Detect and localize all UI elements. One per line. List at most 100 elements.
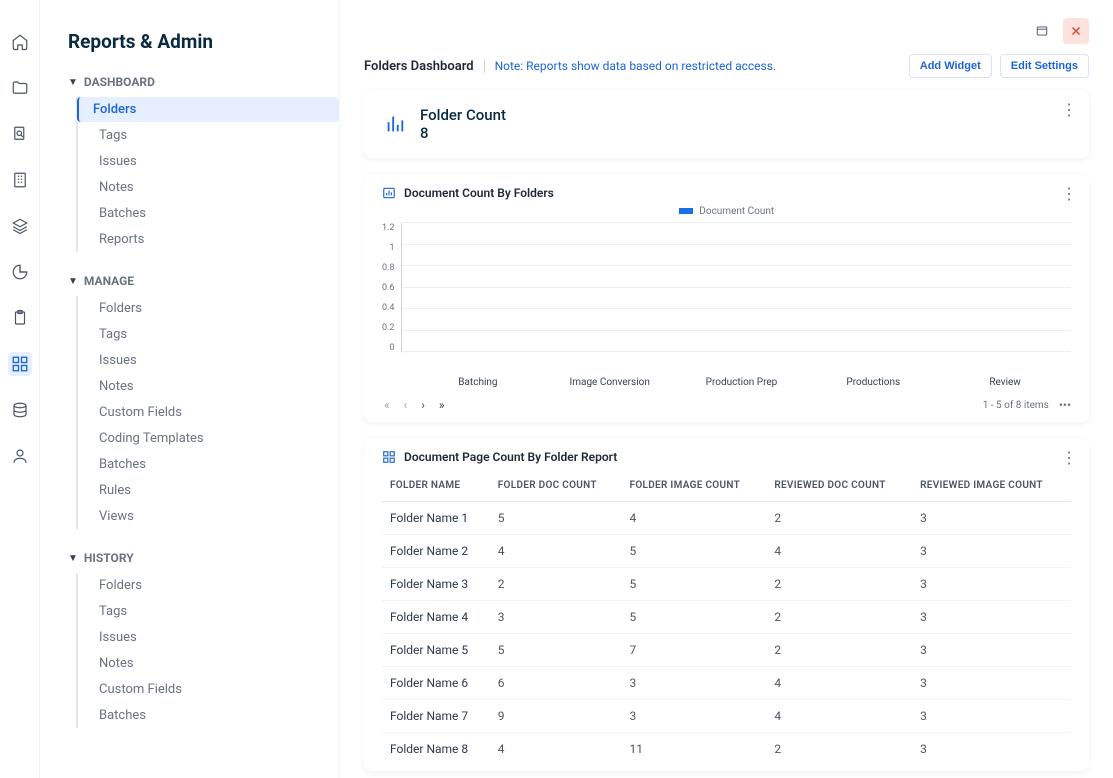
- building-icon[interactable]: [8, 168, 32, 192]
- table-row[interactable]: Folder Name 15423: [382, 502, 1071, 535]
- table-row[interactable]: Folder Name 79343: [382, 700, 1071, 733]
- table-cell: Folder Name 5: [382, 634, 490, 667]
- sidebar-item[interactable]: Views: [77, 504, 339, 529]
- widget3-menu-icon[interactable]: ⋮: [1061, 448, 1077, 467]
- clipboard-icon[interactable]: [8, 306, 32, 330]
- table-row[interactable]: Folder Name 66343: [382, 667, 1071, 700]
- table-header[interactable]: FOLDER DOC COUNT: [490, 470, 622, 502]
- dashboard-note: Note: Reports show data based on restric…: [484, 59, 777, 73]
- table-header[interactable]: FOLDER NAME: [382, 470, 490, 502]
- sidebar-item[interactable]: Custom Fields: [77, 400, 339, 425]
- section-header-dashboard[interactable]: ▼DASHBOARD: [68, 71, 339, 93]
- pager-first-icon[interactable]: «: [382, 398, 392, 412]
- table-cell: 5: [490, 634, 622, 667]
- close-icon[interactable]: [1063, 18, 1089, 44]
- sidebar-item[interactable]: Batches: [77, 201, 339, 226]
- table-row[interactable]: Folder Name 24543: [382, 535, 1071, 568]
- sidebar-item[interactable]: Tags: [77, 322, 339, 347]
- widget2-menu-icon[interactable]: ⋮: [1061, 184, 1077, 203]
- folder-icon[interactable]: [8, 76, 32, 100]
- doc-count-chart-widget: ⋮ Document Count By Folders Document Cou…: [364, 174, 1089, 422]
- widget1-menu-icon[interactable]: ⋮: [1061, 100, 1077, 119]
- chart-x-label: Productions: [807, 377, 939, 388]
- chart-x-label: Review: [939, 377, 1071, 388]
- table-cell: 5: [622, 568, 767, 601]
- table-header[interactable]: REVIEWED IMAGE COUNT: [912, 470, 1071, 502]
- table-cell: 5: [622, 535, 767, 568]
- sidebar-item[interactable]: Tags: [77, 123, 339, 148]
- pager-next-icon[interactable]: ›: [419, 398, 427, 412]
- table-cell: 4: [766, 667, 912, 700]
- table-cell: Folder Name 8: [382, 733, 490, 766]
- table-cell: 7: [622, 634, 767, 667]
- caret-down-icon: ▼: [68, 553, 78, 564]
- sidebar: Reports & Admin ▼DASHBOARDFoldersTagsIss…: [40, 0, 340, 778]
- window-icon[interactable]: [1029, 18, 1055, 44]
- sidebar-item[interactable]: Folders: [77, 296, 339, 321]
- table-header[interactable]: REVIEWED DOC COUNT: [766, 470, 912, 502]
- sidebar-item[interactable]: Issues: [77, 348, 339, 373]
- table-cell: 4: [490, 733, 622, 766]
- widget2-title: Document Count By Folders: [404, 186, 554, 200]
- table-cell: Folder Name 3: [382, 568, 490, 601]
- pager-last-icon[interactable]: »: [437, 398, 447, 412]
- table-cell: Folder Name 4: [382, 601, 490, 634]
- sidebar-item[interactable]: Batches: [77, 703, 339, 728]
- folder-count-widget: Folder Count 8 ⋮: [364, 90, 1089, 158]
- piechart-icon[interactable]: [8, 260, 32, 284]
- table-cell: 4: [766, 535, 912, 568]
- table-cell: 6: [490, 667, 622, 700]
- section-header-manage[interactable]: ▼MANAGE: [68, 270, 339, 292]
- table-cell: 3: [912, 535, 1071, 568]
- sidebar-item[interactable]: Coding Templates: [77, 426, 339, 451]
- table-cell: 2: [766, 502, 912, 535]
- sidebar-item[interactable]: Reports: [77, 227, 339, 252]
- legend-swatch: [679, 208, 693, 214]
- table-cell: 3: [912, 634, 1071, 667]
- sidebar-item[interactable]: Notes: [77, 651, 339, 676]
- grid-icon: [382, 450, 396, 464]
- table-row[interactable]: Folder Name 43523: [382, 601, 1071, 634]
- sidebar-item[interactable]: Tags: [77, 599, 339, 624]
- dashboard-icon[interactable]: [8, 352, 32, 376]
- section-header-history[interactable]: ▼HISTORY: [68, 547, 339, 569]
- table-cell: 2: [766, 733, 912, 766]
- table-row[interactable]: Folder Name 32523: [382, 568, 1071, 601]
- chart-pager: « ‹ › » 1 - 5 of 8 items •••: [382, 398, 1071, 412]
- table-cell: 3: [912, 733, 1071, 766]
- sidebar-item[interactable]: Issues: [77, 149, 339, 174]
- search-doc-icon[interactable]: [8, 122, 32, 146]
- sidebar-item[interactable]: Custom Fields: [77, 677, 339, 702]
- sidebar-item[interactable]: Batches: [77, 452, 339, 477]
- legend-text: Document Count: [699, 206, 774, 217]
- table-cell: 3: [622, 667, 767, 700]
- table-cell: 3: [912, 667, 1071, 700]
- user-icon[interactable]: [8, 444, 32, 468]
- home-icon[interactable]: [8, 30, 32, 54]
- widget3-title: Document Page Count By Folder Report: [404, 450, 617, 464]
- table-cell: 3: [912, 601, 1071, 634]
- table-cell: 5: [490, 502, 622, 535]
- chart-x-label: Image Conversion: [544, 377, 676, 388]
- sidebar-item[interactable]: Notes: [77, 374, 339, 399]
- add-widget-button[interactable]: Add Widget: [909, 54, 992, 78]
- database-icon[interactable]: [8, 398, 32, 422]
- table-row[interactable]: Folder Name 55723: [382, 634, 1071, 667]
- layers-icon[interactable]: [8, 214, 32, 238]
- chart-plot: [401, 223, 1072, 353]
- pager-prev-icon[interactable]: ‹: [402, 398, 410, 412]
- folder-table: FOLDER NAMEFOLDER DOC COUNTFOLDER IMAGE …: [382, 470, 1071, 765]
- chart-y-axis: 1.210.80.60.40.20: [382, 223, 401, 353]
- sidebar-item[interactable]: Rules: [77, 478, 339, 503]
- sidebar-item[interactable]: Notes: [77, 175, 339, 200]
- sidebar-item[interactable]: Issues: [77, 625, 339, 650]
- pager-more-icon[interactable]: •••: [1059, 398, 1071, 412]
- sidebar-item[interactable]: Folders: [77, 573, 339, 598]
- edit-settings-button[interactable]: Edit Settings: [1000, 54, 1089, 78]
- sidebar-item[interactable]: Folders: [77, 97, 339, 122]
- table-cell: Folder Name 7: [382, 700, 490, 733]
- table-row[interactable]: Folder Name 841123: [382, 733, 1071, 766]
- chart-x-axis: BatchingImage ConversionProduction PrepP…: [412, 377, 1071, 388]
- table-header[interactable]: FOLDER IMAGE COUNT: [622, 470, 767, 502]
- chart-x-label: Production Prep: [676, 377, 808, 388]
